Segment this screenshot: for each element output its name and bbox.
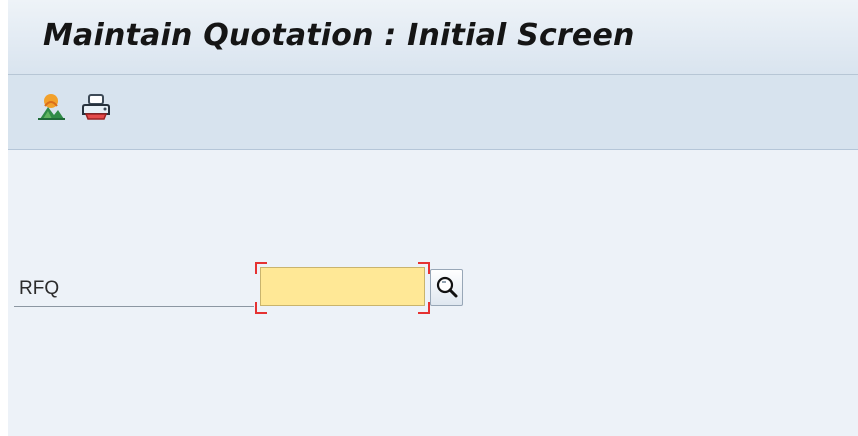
search-help-button[interactable] [430,269,463,306]
vendor-landscape-icon [38,94,65,120]
printer-icon [82,94,110,120]
application-toolbar [8,75,858,150]
vendor-landscape-button[interactable] [35,91,67,123]
left-edge [0,0,8,436]
page-title: Maintain Quotation : Initial Screen [43,18,635,53]
sap-window: Maintain Quotation : Initial Screen RFQ [0,0,858,436]
rfq-input[interactable] [260,267,425,306]
rfq-field-wrapper [255,262,430,314]
title-bar: Maintain Quotation : Initial Screen [8,0,858,75]
magnifier-icon [436,276,458,298]
main-content: RFQ [8,150,858,436]
print-button[interactable] [80,91,112,123]
rfq-label: RFQ [14,276,254,307]
